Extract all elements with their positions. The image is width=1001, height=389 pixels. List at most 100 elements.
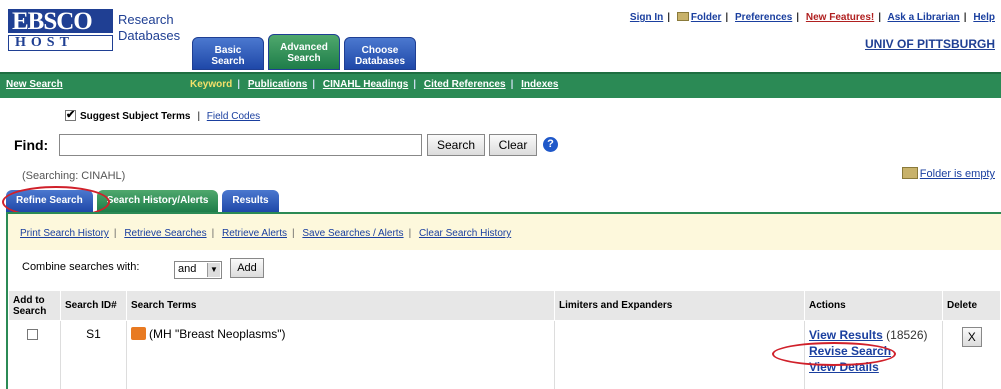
logo-bottom: HOST	[8, 35, 113, 51]
separator: |	[413, 79, 417, 90]
view-results-link[interactable]: View Results	[809, 328, 883, 342]
table-header: Add to Search Search ID# Search Terms Li…	[8, 290, 1001, 321]
tab-results[interactable]: Results	[222, 190, 279, 212]
col-actions: Actions	[804, 290, 943, 321]
tab-label: Databases	[354, 56, 406, 67]
tab-label: Advanced	[280, 42, 328, 53]
separator: |	[408, 228, 412, 239]
rss-icon[interactable]	[131, 327, 146, 340]
clear-history-link[interactable]: Clear Search History	[419, 228, 511, 239]
clear-button[interactable]: Clear	[489, 134, 537, 156]
nav-publications[interactable]: Publications	[248, 79, 307, 90]
limiters-cell	[554, 320, 805, 389]
revise-search-link[interactable]: Revise Search	[809, 343, 938, 359]
combine-select[interactable]: and ▼	[174, 261, 222, 279]
folder-link[interactable]: Folder	[691, 12, 722, 23]
retrieve-alerts-link[interactable]: Retrieve Alerts	[222, 228, 287, 239]
search-terms: (MH "Breast Neoplasms")	[149, 327, 286, 341]
search-button[interactable]: Search	[427, 134, 485, 156]
col-add: Add to Search	[8, 290, 61, 321]
folder-icon	[676, 12, 689, 21]
preferences-link[interactable]: Preferences	[735, 12, 792, 23]
brand-text: Research Databases	[118, 12, 180, 44]
suggest-subject-terms: Suggest Subject Terms | Field Codes	[65, 108, 260, 122]
nav-indexes[interactable]: Indexes	[521, 79, 558, 90]
view-details-link[interactable]: View Details	[809, 359, 938, 375]
save-searches-link[interactable]: Save Searches / Alerts	[302, 228, 403, 239]
tab-search-history[interactable]: Search History/Alerts	[96, 190, 219, 212]
nav-cinahl-headings[interactable]: CINAHL Headings	[323, 79, 408, 90]
nav-keyword[interactable]: Keyword	[190, 79, 232, 90]
separator: |	[878, 12, 882, 23]
separator: |	[963, 12, 967, 23]
add-cell	[8, 320, 61, 389]
top-tabs: Basic Search Advanced Search Choose Data…	[192, 34, 416, 70]
separator: |	[113, 228, 117, 239]
view-results-wrap: View Results (18526)	[809, 328, 928, 342]
tab-basic-search[interactable]: Basic Search	[192, 37, 264, 70]
nav-bar: New Search Keyword | Publications | CINAHL…	[0, 72, 1001, 98]
suggest-label: Suggest Subject Terms	[80, 111, 191, 122]
tab-advanced-search[interactable]: Advanced Search	[268, 34, 340, 70]
chevron-down-icon: ▼	[207, 263, 220, 277]
search-history-panel: Print Search History | Retrieve Searches |…	[6, 212, 1001, 389]
suggest-checkbox[interactable]	[65, 108, 76, 121]
searching-database: (Searching: CINAHL)	[22, 170, 126, 182]
nav-links: Keyword | Publications | CINAHL Headings | …	[190, 79, 558, 90]
separator: |	[197, 111, 200, 122]
tab-refine-search[interactable]: Refine Search	[6, 190, 93, 212]
tab-label: Basic	[214, 45, 242, 56]
find-input[interactable]	[59, 134, 422, 156]
top-links: Sign In | Folder | Preferences | New Featur…	[630, 12, 995, 23]
separator: |	[510, 79, 514, 90]
history-links: Print Search History | Retrieve Searches |…	[8, 214, 1001, 250]
add-button[interactable]: Add	[230, 258, 264, 278]
add-to-search-checkbox[interactable]	[26, 329, 38, 340]
institution-link[interactable]: UNIV OF PITTSBURGH	[865, 37, 995, 51]
col-delete: Delete	[942, 290, 1001, 321]
terms-cell: (MH "Breast Neoplasms")	[126, 320, 555, 389]
separator: |	[725, 12, 729, 23]
delete-cell: X	[943, 321, 1001, 389]
delete-button[interactable]: X	[961, 327, 982, 347]
logo-top: EBSCO	[8, 9, 113, 34]
help-link[interactable]: Help	[973, 12, 995, 23]
col-terms: Search Terms	[126, 290, 555, 321]
tab-choose-databases[interactable]: Choose Databases	[344, 37, 416, 70]
new-features-link[interactable]: New Features!	[806, 12, 874, 23]
new-search-link[interactable]: New Search	[6, 79, 63, 90]
ebsco-logo[interactable]: EBSCO HOST	[8, 9, 113, 51]
col-id: Search ID#	[60, 290, 127, 321]
folder-icon	[901, 167, 918, 179]
result-count: (18526)	[886, 328, 928, 342]
search-history-table: Add to Search Search ID# Search Terms Li…	[8, 290, 1001, 389]
col-limiters: Limiters and Expanders	[554, 290, 805, 321]
actions-cell: View Results (18526) Revise Search View …	[804, 320, 943, 389]
find-label: Find:	[14, 137, 49, 153]
ask-librarian-link[interactable]: Ask a Librarian	[887, 12, 959, 23]
tab-label: Choose	[361, 45, 399, 56]
nav-cited-references[interactable]: Cited References	[424, 79, 506, 90]
tab-label: Search	[211, 56, 245, 67]
tab-label: Search	[287, 53, 321, 64]
separator: |	[292, 228, 295, 239]
separator: |	[211, 228, 215, 239]
history-tabs: Refine Search Search History/Alerts Resu…	[6, 190, 279, 212]
separator: |	[237, 79, 241, 90]
separator: |	[667, 12, 671, 23]
search-id: S1	[60, 320, 127, 389]
retrieve-searches-link[interactable]: Retrieve Searches	[124, 228, 206, 239]
field-codes-link[interactable]: Field Codes	[207, 111, 260, 122]
separator: |	[796, 12, 800, 23]
separator: |	[312, 79, 316, 90]
brand-line2: Databases	[118, 28, 181, 43]
print-history-link[interactable]: Print Search History	[20, 228, 109, 239]
combine-label: Combine searches with:	[22, 261, 140, 273]
table-row: S1 (MH "Breast Neoplasms") View Results …	[8, 320, 1001, 389]
sign-in-link[interactable]: Sign In	[630, 12, 663, 23]
brand-line1: Research	[118, 12, 174, 27]
combine-selected: and	[178, 263, 197, 275]
folder-empty-link[interactable]: Folder is empty	[920, 168, 995, 180]
help-icon[interactable]: ?	[543, 137, 558, 152]
folder-status[interactable]: Folder is empty	[901, 167, 995, 180]
